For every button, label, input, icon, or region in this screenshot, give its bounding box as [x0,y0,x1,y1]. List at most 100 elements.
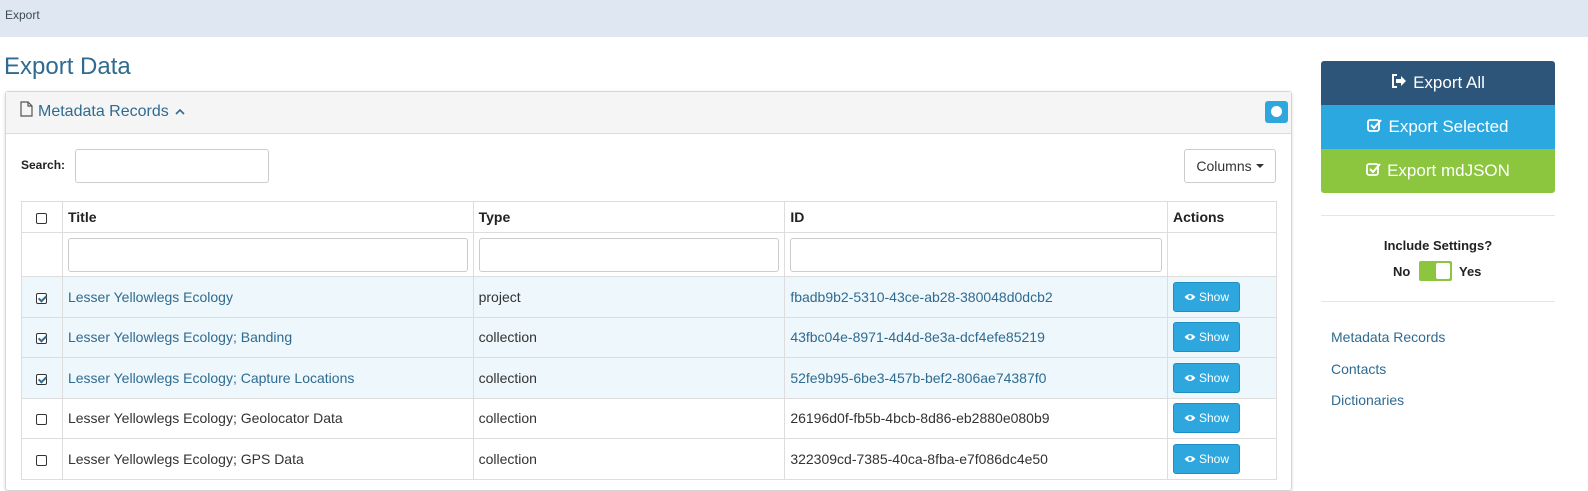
row-title: Lesser Yellowlegs Ecology; Banding [61,316,474,358]
show-label: Show [1198,370,1230,385]
show-label: Show [1198,330,1230,345]
divider [1321,215,1555,216]
id-filter-input[interactable] [790,237,1162,272]
row-checkbox[interactable] [36,333,48,345]
row-actions: Show [1167,316,1277,358]
row-title: Lesser Yellowlegs Ecology [61,276,474,318]
row-select-cell [21,397,63,439]
search-label: Search: [21,158,66,172]
row-title: Lesser Yellowlegs Ecology; Capture Locat… [61,357,474,399]
column-header-type[interactable]: Type [472,201,786,233]
show-label: Show [1198,451,1230,466]
chevron-up-icon [175,103,190,121]
column-header-actions: Actions [1167,201,1277,233]
columns-button[interactable]: Columns [1184,149,1276,183]
filter-cell-empty [21,232,63,277]
show-button[interactable]: Show [1173,281,1240,312]
filter-cell-actions [1167,232,1277,277]
row-type: project [472,276,786,318]
show-label: Show [1198,289,1230,304]
metadata-records-panel: Metadata Records Search: Columns Title T… [5,91,1292,491]
eye-icon [1184,452,1199,466]
table-row[interactable]: Lesser Yellowlegs Ecology; Banding collec… [21,316,1277,358]
eye-icon [1184,290,1199,304]
row-title: Lesser Yellowlegs Ecology; Geolocator Da… [61,397,474,439]
record-toggle-button[interactable] [1265,101,1288,123]
switch-yes-label: Yes [1459,264,1482,279]
column-header-id[interactable]: ID [784,201,1168,233]
table-row[interactable]: Lesser Yellowlegs Ecology project fbadb9b2… [21,276,1277,318]
table-row[interactable]: Lesser Yellowlegs Ecology; Capture Locat… [21,357,1277,399]
table-row[interactable]: Lesser Yellowlegs Ecology; GPS Data colle… [21,438,1277,480]
show-button[interactable]: Show [1173,443,1240,474]
show-button[interactable]: Show [1173,322,1240,353]
row-type: collection [472,397,786,439]
eye-icon [1184,411,1199,425]
select-all-checkbox[interactable] [36,212,48,224]
export-selected-button[interactable]: Export Selected [1321,105,1555,149]
check-square-icon [1367,117,1388,137]
row-title: Lesser Yellowlegs Ecology; GPS Data [61,438,474,480]
eye-icon [1184,330,1199,344]
row-checkbox[interactable] [36,454,48,466]
include-settings-switch[interactable] [1419,261,1452,281]
export-mdjson-button[interactable]: Export mdJSON [1321,149,1555,193]
row-select-cell [21,357,63,399]
row-select-cell [21,316,63,358]
show-button[interactable]: Show [1173,362,1240,393]
filter-cell-title [61,232,474,277]
records-table: Title Type ID Actions Lesser Yellowlegs … [21,201,1277,480]
caret-down-icon [1255,164,1264,168]
filter-cell-type [472,232,786,277]
panel-title: Metadata Records [38,102,169,120]
row-select-cell [21,438,63,480]
file-icon [20,101,38,122]
include-settings-label: Include Settings? [1383,238,1493,253]
row-actions: Show [1167,357,1277,399]
row-checkbox[interactable] [36,292,48,304]
filter-cell-id [784,232,1168,277]
row-select-cell [21,276,63,318]
row-checkbox[interactable] [36,373,48,385]
columns-label: Columns [1196,158,1252,174]
divider [1321,301,1555,302]
sign-out-icon [1391,73,1413,93]
export-mdjson-label: Export mdJSON [1387,161,1510,180]
row-id: fbadb9b2-5310-43ce-ab28-380048d0dcb2 [784,276,1168,318]
panel-title-toggle[interactable]: Metadata Records [20,101,190,122]
row-id: 52fe9b95-6be3-457b-bef2-806ae74387f0 [784,357,1168,399]
switch-knob [1436,263,1450,279]
export-selected-label: Export Selected [1388,117,1509,136]
row-actions: Show [1167,438,1277,480]
row-type: collection [472,438,786,480]
table-row[interactable]: Lesser Yellowlegs Ecology; Geolocator Da… [21,397,1277,439]
eye-icon [1184,371,1199,385]
search-input[interactable] [75,149,269,183]
export-all-label: Export All [1413,73,1485,92]
row-type: collection [472,316,786,358]
row-id: 43fbc04e-8971-4d4d-8e3a-dcf4efe85219 [784,316,1168,358]
title-filter-input[interactable] [67,237,468,272]
row-type: collection [472,357,786,399]
show-button[interactable]: Show [1173,403,1240,434]
row-actions: Show [1167,397,1277,439]
export-all-button[interactable]: Export All [1321,61,1555,105]
row-actions: Show [1167,276,1277,318]
circle-icon [1271,106,1282,117]
type-filter-input[interactable] [478,237,780,272]
nav-link-contacts[interactable]: Contacts [1331,361,1386,377]
row-checkbox[interactable] [36,414,48,426]
show-label: Show [1198,411,1230,426]
breadcrumb[interactable]: Export [5,8,40,22]
row-id: 322309cd-7385-40ca-8fba-e7f086dc4e50 [784,438,1168,480]
top-bar: Export [0,0,1588,37]
column-header-title[interactable]: Title [61,201,474,233]
switch-no-label: No [1393,264,1411,279]
panel-header: Metadata Records [6,92,1291,134]
check-square-icon [1366,161,1387,181]
nav-link-dictionaries[interactable]: Dictionaries [1331,392,1404,408]
page-title: Export Data [4,53,131,80]
select-all-cell [21,201,63,233]
nav-link-metadata-records[interactable]: Metadata Records [1331,329,1445,345]
row-id: 26196d0f-fb5b-4bcb-8d86-eb2880e080b9 [784,397,1168,439]
